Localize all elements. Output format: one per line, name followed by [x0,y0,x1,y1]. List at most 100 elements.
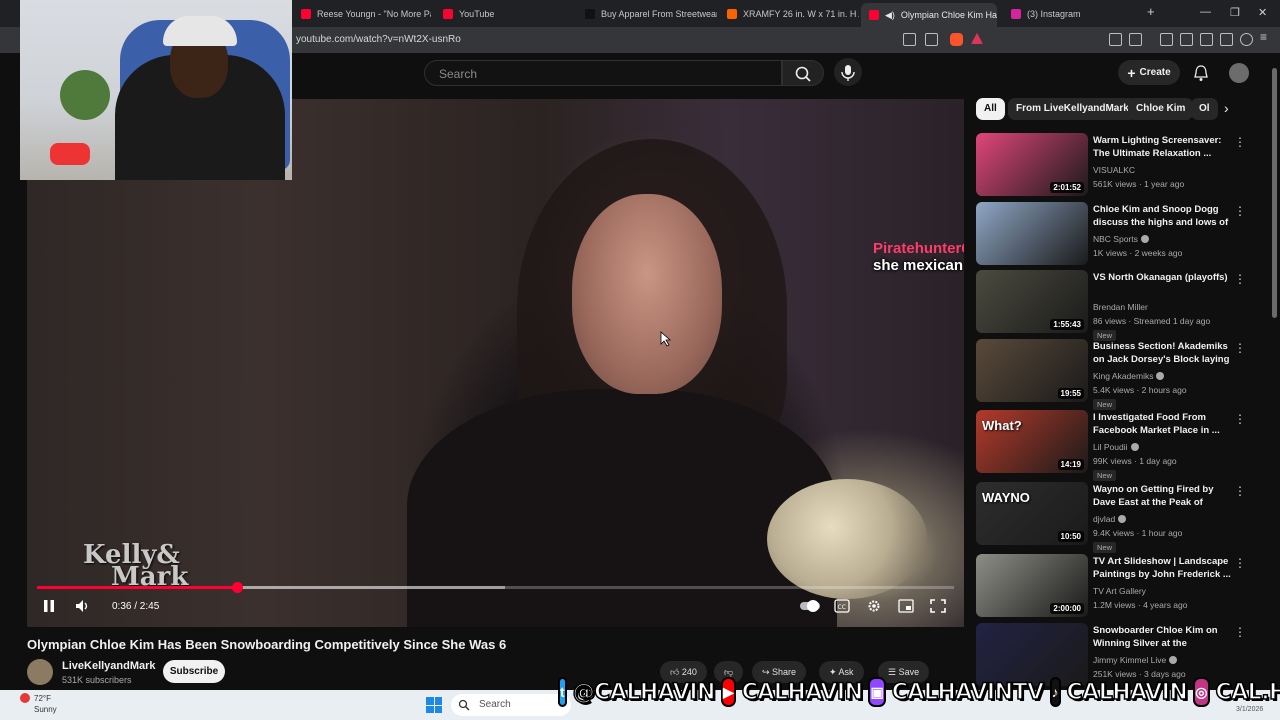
maximize-button[interactable]: ❐ [1230,6,1240,19]
recommended-video-title[interactable]: Warm Lighting Screensaver: The Ultimate … [1093,134,1233,160]
video-thumbnail[interactable]: What? 14:19 [976,410,1088,473]
tab-reese-youngn[interactable]: Reese Youngn - "No More Parti [293,4,431,24]
recommended-video[interactable]: 19:55 Business Section! Akademiks on Jack… [976,339,1266,410]
share-icon[interactable] [925,33,938,46]
recommended-video[interactable]: Chloe Kim and Snoop Dogg discuss the hig… [976,202,1266,266]
weather-alert-icon [20,693,30,703]
weather-description[interactable]: Sunny [34,705,57,714]
more-options-icon[interactable]: ⋮ [1234,625,1246,639]
notifications-bell-icon[interactable] [1193,64,1209,82]
more-options-icon[interactable]: ⋮ [1234,484,1246,498]
tab-olympian-chloe-kim[interactable]: ◀) Olympian Chloe Kim Ha ✕ [861,3,997,27]
verified-badge-icon [1140,235,1149,243]
more-options-icon[interactable]: ⋮ [1234,204,1246,218]
recommended-channel-name[interactable]: VISUALKC [1093,165,1135,175]
recommended-video[interactable]: 2:01:52 Warm Lighting Screensaver: The Ul… [976,133,1266,197]
miniplayer-icon[interactable] [898,599,914,613]
search-input[interactable]: Search [424,60,782,86]
recommended-video-title[interactable]: Chloe Kim and Snoop Dogg discuss the hig… [1093,203,1233,230]
recommended-video-title[interactable]: Business Section! Akademiks on Jack Dors… [1093,340,1233,367]
wallet-icon[interactable] [1200,33,1213,46]
tab-youtube[interactable]: YouTube [435,4,575,24]
youtube-favicon-icon [869,10,879,20]
page-scrollbar[interactable] [1272,68,1277,318]
profile-icon[interactable] [1240,33,1253,46]
tab-instagram[interactable]: (3) Instagram [1003,4,1143,24]
more-options-icon[interactable]: ⋮ [1234,412,1246,426]
social-handle: @CALHAVIN [572,679,716,706]
video-thumbnail[interactable]: 1:55:43 [976,270,1088,333]
close-window-button[interactable]: ✕ [1258,6,1267,19]
vpn-icon[interactable] [1220,33,1233,46]
video-thumbnail[interactable]: 2:00:00 [976,554,1088,617]
recommended-channel-name[interactable]: TV Art Gallery [1093,586,1146,596]
search-button[interactable] [782,60,824,86]
recommended-channel-name[interactable]: Lil Poudii [1093,442,1139,452]
recommended-channel-name[interactable]: NBC Sports [1093,234,1149,244]
chip-chloe-kim[interactable]: Chloe Kim [1128,98,1194,120]
video-duration: 19:55 [1057,388,1084,399]
account-avatar[interactable] [1229,63,1249,83]
channel-avatar[interactable] [27,659,53,685]
chip-all[interactable]: All [976,98,1005,120]
settings-gear-icon[interactable] [866,599,882,613]
recommended-channel-name[interactable]: djvlad [1093,514,1127,524]
recommended-video[interactable]: WAYNO 10:50 Wayno on Getting Fired by Dave… [976,482,1266,553]
video-thumbnail[interactable]: 2:01:52 [976,133,1088,196]
pause-icon[interactable] [41,599,57,613]
subscribe-button[interactable]: Subscribe [163,660,225,683]
youtube-favicon-icon [301,9,311,19]
recommended-video-title[interactable]: Wayno on Getting Fired by Dave East at t… [1093,483,1233,510]
more-options-icon[interactable]: ⋮ [1234,556,1246,570]
more-options-icon[interactable]: ⋮ [1234,272,1246,286]
url-field[interactable]: youtube.com/watch?v=nWt2X-usnRo [296,34,461,45]
recommended-video[interactable]: What? 14:19 I Investigated Food From Faceb… [976,410,1266,481]
tab-xramfy[interactable]: XRAMFY 26 in. W x 71 in. H Ar [719,4,859,24]
recommended-video[interactable]: 1:55:43 VS North Okanagan (playoffs) Brend… [976,270,1266,341]
video-thumbnail[interactable]: 19:55 [976,339,1088,402]
windows-start-icon[interactable] [426,697,442,713]
recommended-channel-name[interactable]: King Akademiks [1093,371,1165,381]
recommended-video-title[interactable]: Snowboarder Chloe Kim on Winning Silver … [1093,624,1233,651]
scrubber-handle[interactable] [231,582,243,593]
recommended-channel-name[interactable]: Jimmy Kimmel Live [1093,655,1178,665]
recommended-channel-name[interactable]: Brendan Miller [1093,302,1148,312]
volume-icon[interactable] [75,599,91,613]
extensions-icon[interactable] [1109,33,1122,46]
chip-olympics[interactable]: Ol [1191,98,1218,120]
tab-label: Olympian Chloe Kim Ha [900,10,997,20]
voice-search-button[interactable] [834,58,862,86]
recommended-video-title[interactable]: I Investigated Food From Facebook Market… [1093,411,1233,437]
menu-icon[interactable]: ≡ [1260,30,1273,44]
brave-rewards-icon[interactable] [971,33,983,44]
channel-name[interactable]: LiveKellyandMark [62,660,156,672]
chip-from-channel[interactable]: From LiveKellyandMark [1008,98,1137,120]
captions-icon[interactable]: CC [834,599,850,613]
recommended-video-title[interactable]: TV Art Slideshow | Landscape Paintings b… [1093,555,1233,581]
new-tab-button[interactable]: + [1147,4,1155,19]
autoplay-toggle-icon[interactable] [799,599,821,613]
webcam-wall-logo [50,143,90,165]
cast-icon[interactable] [903,33,916,46]
reader-icon[interactable] [1129,33,1142,46]
instagram-favicon-icon [1011,9,1021,19]
plus-icon: + [1127,64,1136,81]
sidebar-icon[interactable] [1180,33,1193,46]
minimize-button[interactable]: — [1200,6,1211,18]
weather-temperature[interactable]: 72°F [34,694,51,703]
tab-streetwear[interactable]: Buy Apparel From Streetwear a [577,4,717,24]
recommended-video[interactable]: 2:00:00 TV Art Slideshow | Landscape Pain… [976,554,1266,618]
verified-badge-icon [1118,515,1127,523]
progress-bar[interactable] [37,582,954,593]
fullscreen-icon[interactable] [930,599,946,613]
more-options-icon[interactable]: ⋮ [1234,341,1246,355]
brave-shield-icon[interactable] [950,33,963,46]
recommended-video-title[interactable]: VS North Okanagan (playoffs) [1093,271,1233,284]
media-icon[interactable] [1160,33,1173,46]
video-thumbnail[interactable]: WAYNO 10:50 [976,482,1088,545]
chevron-right-icon[interactable]: › [1224,100,1229,116]
recommended-video-meta: 99K views · 1 day ago [1093,456,1177,466]
video-thumbnail[interactable] [976,202,1088,265]
more-options-icon[interactable]: ⋮ [1234,135,1246,149]
create-button[interactable]: + Create [1118,60,1180,85]
